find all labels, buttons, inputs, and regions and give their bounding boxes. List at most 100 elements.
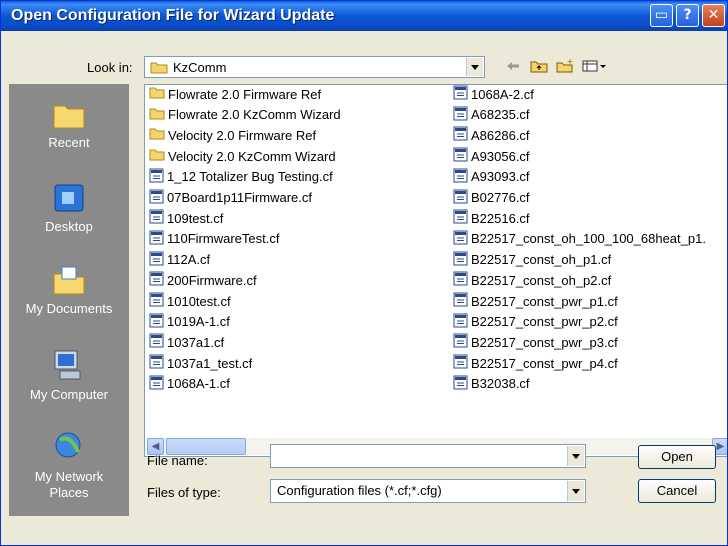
file-item[interactable]: A86286.cf (453, 125, 530, 145)
cf-file-icon (453, 251, 468, 269)
new-folder-icon[interactable] (554, 55, 576, 77)
file-item-label: 110FirmwareTest.cf (167, 231, 280, 247)
file-item[interactable]: 1_12 Totalizer Bug Testing.cf (149, 167, 333, 187)
title-bar[interactable]: Open Configuration File for Wizard Updat… (1, 1, 727, 31)
cf-file-icon (149, 375, 164, 393)
file-item-label: B02776.cf (471, 190, 530, 205)
cf-file-icon (453, 271, 468, 289)
open-button[interactable]: Open (638, 445, 716, 469)
cf-file-icon (453, 168, 468, 186)
folder-item[interactable]: Velocity 2.0 Firmware Ref (149, 125, 316, 145)
file-item-label: Velocity 2.0 KzComm Wizard (168, 148, 336, 164)
file-item-label: B22517_const_pwr_p4.cf (471, 355, 618, 371)
files-of-type-select[interactable]: Configuration files (*.cf;*.cfg) (270, 479, 586, 503)
place-my-computer-label: My Computer (29, 387, 109, 402)
file-item[interactable]: B22517_const_oh_p2.cf (453, 270, 611, 290)
file-item-label: 112A.cf (167, 252, 211, 268)
file-item-label: B22517_const_pwr_p2.cf (471, 314, 618, 330)
cancel-button[interactable]: Cancel (638, 479, 716, 503)
file-item-label: B32038.cf (471, 376, 530, 392)
file-item-label: B22517_const_pwr_p1.cf (471, 293, 618, 309)
file-item[interactable]: 1010test.cf (149, 291, 231, 311)
cf-file-icon (149, 168, 164, 186)
file-name-label: File name: (147, 453, 208, 468)
file-item[interactable]: 200Firmware.cf (149, 270, 257, 290)
context-help-icon[interactable]: ▭ (650, 4, 673, 27)
help-button[interactable]: ? (676, 4, 699, 27)
cf-file-icon (149, 189, 164, 207)
cf-file-icon (149, 313, 164, 331)
back-arrow-icon[interactable] (502, 55, 524, 77)
file-item-label: Flowrate 2.0 Firmware Ref (168, 86, 322, 102)
file-item[interactable]: B22517_const_oh_100_100_68heat_p1. (453, 229, 706, 249)
cf-file-icon (453, 313, 468, 331)
file-item[interactable]: B22516.cf (453, 208, 530, 228)
up-folder-icon[interactable] (528, 55, 550, 77)
file-item-label: 1068A-1.cf (167, 376, 230, 392)
folder-icon (149, 107, 165, 123)
file-item[interactable]: 112A.cf (149, 250, 210, 270)
file-name-dropdown-button[interactable] (567, 446, 584, 466)
place-my-computer[interactable]: My Computer (9, 348, 129, 402)
place-network-label: My Network Places (34, 469, 104, 500)
file-item[interactable]: B02776.cf (453, 188, 530, 208)
file-item[interactable]: 1019A-1.cf (149, 312, 230, 332)
file-item[interactable]: 1037a1_test.cf (149, 353, 252, 373)
file-item[interactable]: B22517_const_pwr_p2.cf (453, 312, 618, 332)
files-of-type-dropdown-button[interactable] (567, 481, 584, 501)
place-desktop[interactable]: Desktop (9, 182, 129, 234)
file-item-label: B22517_const_oh_100_100_68heat_p1. (471, 231, 706, 247)
views-menu-icon[interactable] (580, 55, 608, 77)
file-item[interactable]: 110FirmwareTest.cf (149, 229, 279, 249)
cf-file-icon (453, 209, 468, 227)
folder-item[interactable]: Flowrate 2.0 KzComm Wizard (149, 105, 341, 125)
folder-icon (149, 148, 165, 164)
place-network[interactable]: My Network Places (9, 430, 129, 501)
file-item[interactable]: 1068A-2.cf (453, 85, 534, 104)
file-item-label: 07Board1p11Firmware.cf (167, 190, 312, 205)
file-item[interactable]: A93093.cf (453, 167, 530, 187)
cf-file-icon (453, 354, 468, 372)
places-bar: Recent Desktop My Documents My Computer … (9, 84, 129, 516)
place-my-documents[interactable]: My Documents (9, 264, 129, 316)
file-item[interactable]: 1037a1.cf (149, 332, 224, 352)
cf-file-icon (453, 126, 468, 144)
file-item-label: 109test.cf (167, 210, 224, 226)
file-item[interactable]: B22517_const_pwr_p1.cf (453, 291, 618, 311)
folder-icon (149, 127, 165, 143)
file-item[interactable]: B22517_const_pwr_p4.cf (453, 353, 618, 373)
folder-item[interactable]: Velocity 2.0 KzComm Wizard (149, 146, 336, 166)
place-my-documents-label: My Documents (25, 301, 113, 316)
network-places-icon (55, 432, 81, 458)
my-computer-icon (54, 350, 81, 380)
file-item-label: B22516.cf (471, 210, 530, 226)
file-item[interactable]: A93056.cf (453, 146, 530, 166)
folder-item[interactable]: Flowrate 2.0 Firmware Ref (149, 85, 322, 104)
place-recent-label: Recent (48, 135, 90, 150)
cf-file-icon (453, 147, 468, 165)
file-item[interactable]: B22517_const_oh_p1.cf (453, 250, 611, 270)
cf-file-icon (149, 333, 164, 351)
place-desktop-label: Desktop (45, 219, 93, 234)
cf-file-icon (149, 271, 164, 289)
file-item-label: B22517_const_oh_p2.cf (471, 272, 612, 288)
file-item-label: B22517_const_pwr_p3.cf (471, 334, 618, 350)
file-list[interactable]: Flowrate 2.0 Firmware Ref Flowrate 2.0 Kz… (144, 84, 727, 457)
close-button[interactable]: ✕ (702, 4, 725, 27)
file-item[interactable]: A68235.cf (453, 105, 530, 125)
file-item[interactable]: 07Board1p11Firmware.cf (149, 188, 312, 208)
file-name-input[interactable] (270, 444, 586, 468)
cf-file-icon (149, 251, 164, 269)
my-documents-icon (53, 266, 85, 295)
look-in-select[interactable]: KzComm (144, 56, 485, 78)
file-item[interactable]: 109test.cf (149, 208, 223, 228)
file-item-label: Flowrate 2.0 KzComm Wizard (168, 107, 341, 123)
place-recent[interactable]: Recent (9, 100, 129, 150)
file-item-label: B22517_const_oh_p1.cf (471, 252, 612, 268)
file-item-label: 1037a1.cf (167, 334, 225, 350)
look-in-dropdown-button[interactable] (466, 58, 483, 76)
file-item[interactable]: B22517_const_pwr_p3.cf (453, 332, 618, 352)
file-item[interactable]: 1068A-1.cf (149, 374, 230, 394)
file-item[interactable]: B32038.cf (453, 374, 530, 394)
desktop-icon (54, 184, 84, 212)
